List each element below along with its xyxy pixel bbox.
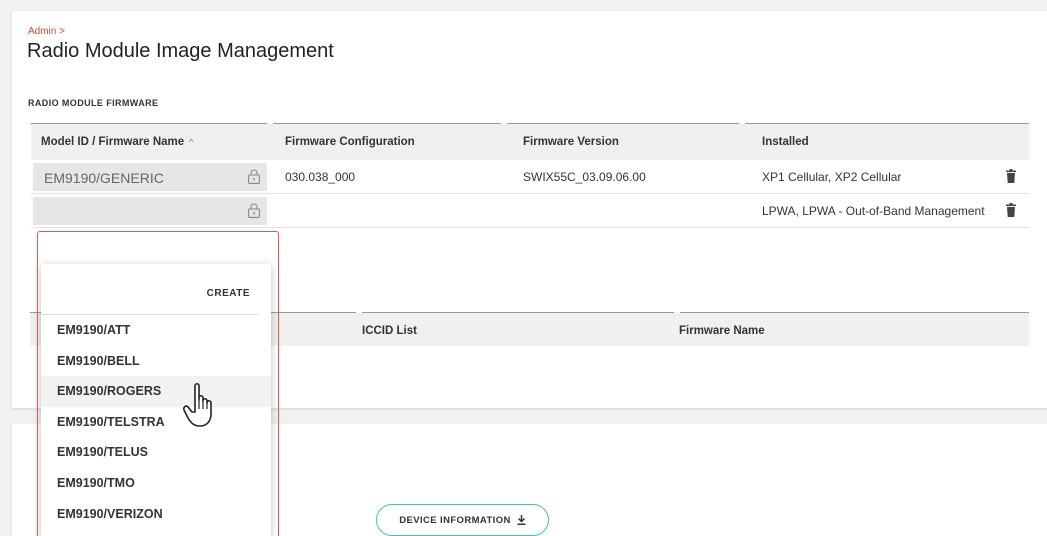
dropdown-option[interactable]: EM9190/TMO (41, 468, 271, 499)
table-row: LPWA, LPWA - Out-of-Band Management (31, 194, 1029, 228)
page-title: Radio Module Image Management (27, 40, 334, 62)
dropdown-option[interactable]: EM9190/TELUS (41, 437, 271, 468)
firmware-table: Model ID / Firmware Name ^ Firmware Confi… (31, 123, 1029, 228)
firmware-version: SWIX55C_03.09.06.00 (523, 170, 646, 184)
table-row: EM9190/GENERIC 030.038_000 SWIX55C_03.09… (31, 160, 1029, 194)
lock-icon (248, 169, 260, 184)
trash-icon[interactable] (1006, 203, 1016, 217)
dropdown-options: EM9190/ATT EM9190/BELL EM9190/ROGERS EM9… (41, 315, 271, 529)
trash-icon[interactable] (1006, 169, 1016, 183)
create-button[interactable]: CREATE (207, 288, 250, 299)
column-header-firmware-name[interactable]: Firmware Name (679, 325, 765, 337)
download-icon (517, 515, 526, 525)
section-label: RADIO MODULE FIRMWARE (28, 98, 159, 108)
breadcrumb[interactable]: Admin > (28, 26, 65, 37)
dropdown-option[interactable]: EM9190/TELSTRA (41, 407, 271, 438)
model-select[interactable] (33, 197, 267, 225)
dropdown-option[interactable]: EM9190/ATT (41, 315, 271, 346)
lock-icon (248, 203, 260, 218)
table-header: Model ID / Firmware Name ^ Firmware Confi… (31, 123, 1029, 160)
device-information-button[interactable]: DEVICE INFORMATION (376, 504, 549, 536)
hand-pointer-cursor-icon (183, 382, 212, 427)
installed-value: LPWA, LPWA - Out-of-Band Management (762, 204, 985, 218)
dropdown-option[interactable]: EM9190/VERIZON (41, 499, 271, 530)
model-select[interactable]: EM9190/GENERIC (33, 163, 267, 191)
column-header-version[interactable]: Firmware Version (523, 136, 619, 148)
column-header-iccid[interactable]: ICCID List (362, 325, 417, 337)
sort-ascending-icon[interactable]: ^ (189, 137, 193, 147)
firmware-config: 030.038_000 (285, 170, 356, 184)
installed-value: XP1 Cellular, XP2 Cellular (762, 170, 902, 184)
column-header-model[interactable]: Model ID / Firmware Name ^ (41, 136, 193, 148)
column-header-installed[interactable]: Installed (762, 136, 809, 148)
dropdown-option[interactable]: EM9190/BELL (41, 346, 271, 377)
model-dropdown-menu: CREATE EM9190/ATT EM9190/BELL EM9190/ROG… (41, 264, 271, 536)
dropdown-option[interactable]: EM9190/ROGERS (41, 376, 271, 407)
column-header-config[interactable]: Firmware Configuration (285, 136, 415, 148)
